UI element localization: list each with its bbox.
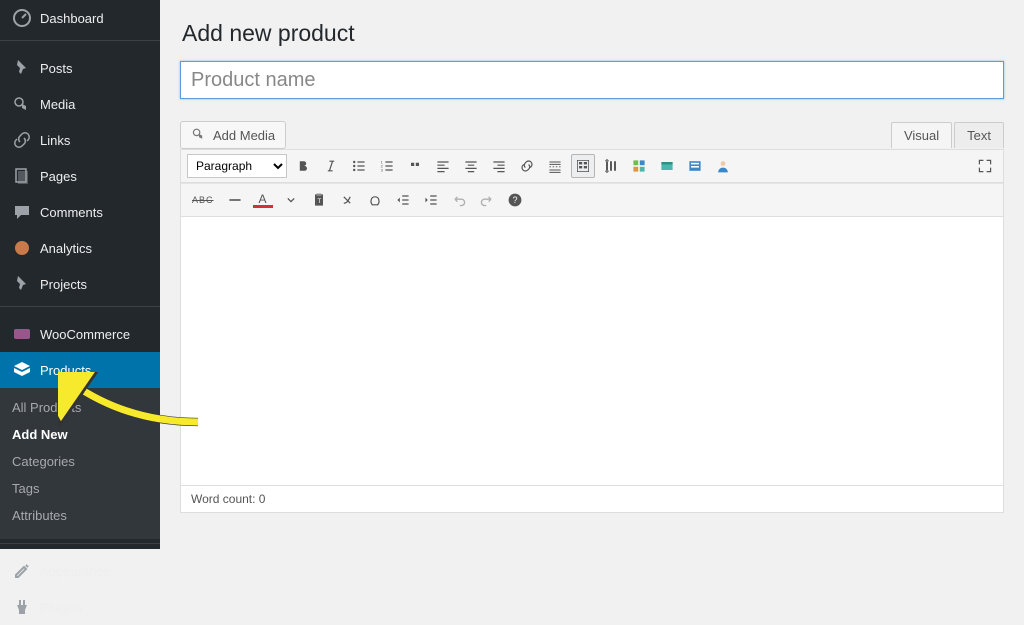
media-icon <box>12 94 32 114</box>
align-center-button[interactable] <box>459 154 483 178</box>
comment-icon <box>12 202 32 222</box>
link-icon <box>12 130 32 150</box>
clear-format-button[interactable] <box>335 188 359 212</box>
sidebar-item-plugins[interactable]: Plugins <box>0 589 160 625</box>
analytics-icon <box>12 238 32 258</box>
submenu-all-products[interactable]: All Products <box>0 394 160 421</box>
insert-user-button[interactable] <box>711 154 735 178</box>
product-title-input[interactable] <box>180 61 1004 99</box>
word-count: Word count: 0 <box>191 492 265 506</box>
special-char-button[interactable] <box>363 188 387 212</box>
add-media-label: Add Media <box>213 128 275 143</box>
sidebar-item-links[interactable]: Links <box>0 122 160 158</box>
submenu-add-new[interactable]: Add New <box>0 421 160 448</box>
svg-text:T: T <box>317 198 321 205</box>
bold-button[interactable] <box>291 154 315 178</box>
align-left-button[interactable] <box>431 154 455 178</box>
text-color-button[interactable]: A <box>251 188 275 212</box>
align-right-button[interactable] <box>487 154 511 178</box>
read-more-button[interactable] <box>543 154 567 178</box>
products-submenu: All Products Add New Categories Tags Att… <box>0 388 160 539</box>
sidebar-label: Projects <box>40 277 87 292</box>
submenu-categories[interactable]: Categories <box>0 448 160 475</box>
columns-button[interactable] <box>599 154 623 178</box>
gallery-button[interactable] <box>627 154 651 178</box>
help-button[interactable]: ? <box>503 188 527 212</box>
sidebar-label: Analytics <box>40 241 92 256</box>
sidebar-label: Plugins <box>40 600 83 615</box>
main-content: Add new product Add Media Visual Text Pa… <box>160 0 1024 549</box>
sidebar-item-woocommerce[interactable]: WooCommerce <box>0 316 160 352</box>
submenu-attributes[interactable]: Attributes <box>0 502 160 529</box>
menu-separator <box>0 306 160 312</box>
strikethrough-button[interactable]: ABC <box>187 188 219 212</box>
sidebar-item-pages[interactable]: Pages <box>0 158 160 194</box>
sidebar-label: Posts <box>40 61 73 76</box>
projects-icon <box>12 274 32 294</box>
dashboard-icon <box>12 8 32 28</box>
paste-text-button[interactable]: T <box>307 188 331 212</box>
tab-text[interactable]: Text <box>954 122 1004 148</box>
text-color-chevron-button[interactable] <box>279 188 303 212</box>
content-editor[interactable] <box>181 217 1003 485</box>
horizontal-rule-button[interactable] <box>223 188 247 212</box>
blockquote-button[interactable] <box>403 154 427 178</box>
admin-sidebar: Dashboard Posts Media Links Pages Commen… <box>0 0 160 549</box>
menu-separator <box>0 40 160 46</box>
products-icon <box>12 360 32 380</box>
indent-button[interactable] <box>419 188 443 212</box>
number-list-button[interactable]: 123 <box>375 154 399 178</box>
sidebar-item-comments[interactable]: Comments <box>0 194 160 230</box>
insert-link-button[interactable] <box>515 154 539 178</box>
woocommerce-icon <box>12 324 32 344</box>
sidebar-label: Appearance <box>40 564 110 579</box>
pages-icon <box>12 166 32 186</box>
sidebar-label: Dashboard <box>40 11 104 26</box>
sidebar-item-dashboard[interactable]: Dashboard <box>0 0 160 36</box>
sidebar-label: Pages <box>40 169 77 184</box>
sidebar-label: Products <box>40 363 91 378</box>
svg-text:3: 3 <box>381 168 384 173</box>
fullscreen-button[interactable] <box>973 154 997 178</box>
menu-separator <box>0 543 160 549</box>
appearance-icon <box>12 561 32 581</box>
sidebar-item-media[interactable]: Media <box>0 86 160 122</box>
sidebar-item-products[interactable]: Products <box>0 352 160 388</box>
italic-button[interactable] <box>319 154 343 178</box>
page-title: Add new product <box>182 20 1004 47</box>
sidebar-label: Links <box>40 133 70 148</box>
redo-button[interactable] <box>475 188 499 212</box>
plugins-icon <box>12 597 32 617</box>
submenu-tags[interactable]: Tags <box>0 475 160 502</box>
svg-text:?: ? <box>512 195 517 205</box>
toolbar-row-2: ABC A T ? <box>181 183 1003 217</box>
undo-button[interactable] <box>447 188 471 212</box>
toggle-toolbar-button[interactable] <box>571 154 595 178</box>
pin-icon <box>12 58 32 78</box>
editor-tabs: Visual Text <box>891 122 1004 148</box>
bullet-list-button[interactable] <box>347 154 371 178</box>
sidebar-label: Comments <box>40 205 103 220</box>
toolbar-row-1: Paragraph 123 <box>181 150 1003 183</box>
media-attachment-icon <box>191 126 207 145</box>
sidebar-item-projects[interactable]: Projects <box>0 266 160 302</box>
sidebar-label: WooCommerce <box>40 327 130 342</box>
tab-visual[interactable]: Visual <box>891 122 952 148</box>
editor-status-bar: Word count: 0 <box>181 485 1003 512</box>
add-media-button[interactable]: Add Media <box>180 121 286 149</box>
sidebar-item-analytics[interactable]: Analytics <box>0 230 160 266</box>
shortcode-button[interactable] <box>683 154 707 178</box>
sidebar-label: Media <box>40 97 75 112</box>
sidebar-item-posts[interactable]: Posts <box>0 50 160 86</box>
editor-container: Paragraph 123 ABC A T <box>180 149 1004 513</box>
sidebar-item-appearance[interactable]: Appearance <box>0 553 160 589</box>
slider-button[interactable] <box>655 154 679 178</box>
format-select[interactable]: Paragraph <box>187 154 287 178</box>
outdent-button[interactable] <box>391 188 415 212</box>
